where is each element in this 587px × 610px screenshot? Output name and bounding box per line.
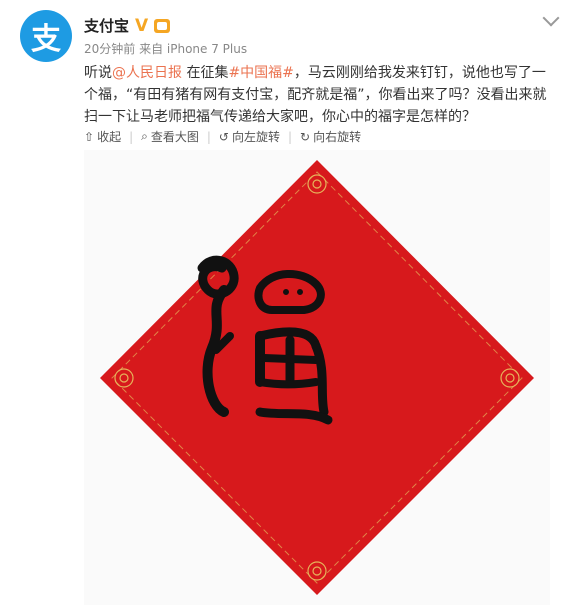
mention-link[interactable]: @人民日报 [112, 65, 182, 81]
alipay-logo-glyph: 支 [31, 22, 61, 57]
rotate-right-button[interactable]: ↻ 向右旋转 [300, 128, 361, 145]
vip-crown-icon [154, 18, 171, 33]
post-meta: 20分钟前 来自 iPhone 7 Plus [84, 42, 248, 56]
post-text-segment-0: 听说 [84, 65, 112, 81]
toolbar-divider: | [129, 129, 134, 144]
chevron-down-icon[interactable] [542, 9, 560, 27]
post-image[interactable] [84, 150, 550, 605]
hashtag-link[interactable]: #中国福# [228, 65, 293, 81]
fu-calligraphy-image [100, 160, 534, 595]
red-diamond [100, 160, 534, 595]
toolbar-divider: | [288, 129, 293, 144]
verified-icon: V [135, 15, 149, 36]
rotate-left-label: 向左旋转 [231, 130, 280, 144]
search-icon: ⌕ [141, 129, 148, 143]
toolbar-divider: | [206, 129, 211, 144]
collapse-button[interactable]: ⇧ 收起 [84, 128, 121, 145]
avatar[interactable]: 支 [20, 10, 72, 62]
post-text-segment-2: 在征集 [182, 65, 229, 81]
view-large-label: 查看大图 [150, 130, 199, 144]
image-toolbar: ⇧ 收起 | ⌕ 查看大图 | ↺ 向左旋转 | ↻ 向右旋转 [84, 128, 554, 145]
account-name-row: 支付宝 V [84, 15, 171, 36]
account-name[interactable]: 支付宝 [84, 15, 129, 36]
rotate-left-icon: ↺ [218, 129, 229, 144]
post-text: 听说@人民日报 在征集#中国福#，马云刚刚给我发来钉钉，说他也写了一个福，“有田… [84, 62, 554, 128]
collapse-label: 收起 [97, 130, 122, 144]
upload-arrow-icon: ⇧ [84, 129, 95, 144]
rotate-right-icon: ↻ [300, 129, 311, 144]
view-large-button[interactable]: ⌕ 查看大图 [141, 128, 199, 145]
rotate-right-label: 向右旋转 [313, 130, 362, 144]
rotate-left-button[interactable]: ↺ 向左旋转 [219, 128, 280, 145]
